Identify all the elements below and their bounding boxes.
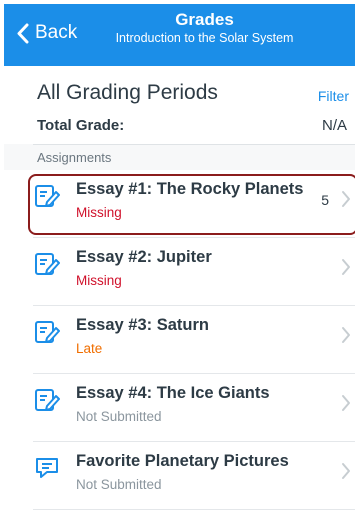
assignment-icon bbox=[34, 251, 60, 277]
assignment-name: Essay #4: The Ice Giants bbox=[76, 384, 270, 402]
assignment-status: Late bbox=[76, 341, 103, 356]
chevron-right-icon bbox=[341, 258, 351, 281]
back-button[interactable]: Back bbox=[16, 22, 77, 44]
nav-header: Back Grades Introduction to the Solar Sy… bbox=[4, 4, 355, 66]
chevron-right-icon bbox=[341, 462, 351, 485]
chevron-left-icon bbox=[17, 23, 29, 43]
assignment-status: Missing bbox=[76, 273, 122, 288]
total-grade-value: N/A bbox=[321, 117, 347, 134]
assignment-name: Favorite Planetary Pictures bbox=[76, 452, 289, 470]
divider bbox=[33, 144, 355, 145]
grading-period-title: All Grading Periods bbox=[37, 81, 218, 104]
discussion-icon bbox=[34, 455, 60, 481]
assignment-icon bbox=[34, 387, 60, 413]
assignment-row[interactable]: Essay #2: Jupiter Missing bbox=[4, 238, 355, 306]
assignment-status: Not Submitted bbox=[76, 477, 162, 492]
grades-screen: Back Grades Introduction to the Solar Sy… bbox=[4, 4, 355, 510]
chevron-right-icon bbox=[341, 326, 351, 349]
highlight-box bbox=[28, 174, 355, 235]
assignment-icon bbox=[34, 319, 60, 345]
total-grade-label: Total Grade: bbox=[37, 117, 125, 134]
filter-button[interactable]: Filter bbox=[318, 88, 349, 104]
assignment-row[interactable]: Essay #4: The Ice Giants Not Submitted bbox=[4, 374, 355, 442]
assignment-row[interactable]: Favorite Planetary Pictures Not Submitte… bbox=[4, 442, 355, 510]
course-subtitle: Introduction to the Solar System bbox=[115, 31, 294, 45]
assignment-row[interactable]: Essay #3: Saturn Late bbox=[4, 306, 355, 374]
chevron-right-icon bbox=[341, 394, 351, 417]
back-label: Back bbox=[35, 22, 78, 43]
assignments-section-label: Assignments bbox=[37, 150, 112, 165]
assignment-name: Essay #2: Jupiter bbox=[76, 248, 212, 266]
page-title: Grades bbox=[175, 10, 234, 29]
assignment-name: Essay #3: Saturn bbox=[76, 316, 209, 334]
assignment-status: Not Submitted bbox=[76, 409, 162, 424]
header-titles: Grades Introduction to the Solar System bbox=[94, 9, 315, 46]
